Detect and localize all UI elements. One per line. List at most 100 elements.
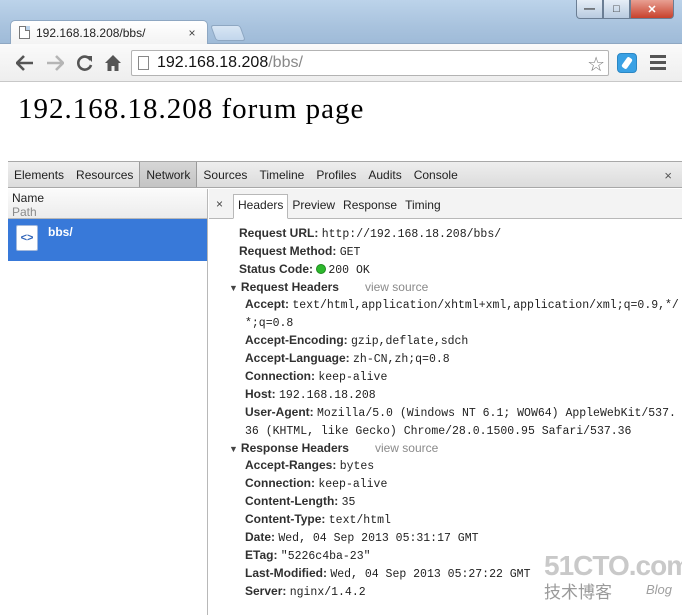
expand-triangle-icon[interactable]: ▼	[229, 283, 238, 293]
header-value: GET	[339, 246, 361, 259]
extension-icon[interactable]	[617, 53, 637, 73]
minimize-button[interactable]: —	[576, 0, 603, 19]
subtab-headers[interactable]: Headers	[233, 194, 289, 219]
devtools-tabbar: Elements Resources Network Sources Timel…	[8, 162, 682, 188]
header-row: Server: nginx/1.4.2	[245, 583, 682, 601]
header-row: Accept: text/html,application/xhtml+xml,…	[245, 296, 682, 332]
header-key: Content-Length:	[245, 494, 339, 508]
request-method-row: Request Method: GET	[239, 243, 682, 261]
forward-arrow-icon[interactable]	[42, 50, 68, 76]
header-key: Status Code:	[239, 262, 314, 276]
url-host: 192.168.18.208	[157, 54, 269, 71]
header-row: Date: Wed, 04 Sep 2013 05:31:17 GMT	[245, 529, 682, 547]
header-key: Server:	[245, 584, 287, 598]
subtab-response[interactable]: Response	[339, 195, 401, 216]
request-details: × Headers Preview Response Timing Reques…	[209, 189, 682, 615]
header-value: 200 OK	[328, 264, 370, 277]
view-source-link[interactable]: view source	[365, 280, 428, 294]
tab-audits[interactable]: Audits	[362, 162, 407, 187]
header-key: User-Agent:	[245, 405, 314, 419]
home-icon[interactable]	[100, 50, 126, 76]
header-value: 192.168.18.208	[279, 389, 376, 402]
header-key: Content-Type:	[245, 512, 326, 526]
header-value: keep-alive	[318, 478, 388, 491]
expand-triangle-icon[interactable]: ▼	[229, 444, 238, 454]
request-list: Name Path <> bbs/	[8, 189, 208, 615]
header-row: ETag: "5226c4ba-23"	[245, 547, 682, 565]
status-code-row: Status Code: 200 OK	[239, 261, 682, 279]
request-name: bbs/	[48, 225, 73, 239]
header-key: Connection:	[245, 369, 315, 383]
header-row: Content-Length: 35	[245, 493, 682, 511]
response-headers-section[interactable]: ▼ Response Headers view source	[229, 440, 682, 457]
request-url-row: Request URL: http://192.168.18.208/bbs/	[239, 225, 682, 243]
page-viewport: 192.168.18.208 forum page	[0, 83, 682, 156]
browser-tab[interactable]: 192.168.18.208/bbs/ ×	[10, 20, 208, 44]
maximize-button[interactable]: □	[603, 0, 630, 19]
header-key: Accept:	[245, 297, 290, 311]
header-value: text/html	[328, 514, 391, 527]
header-key: Request Method:	[239, 244, 337, 258]
page-info-icon[interactable]	[138, 56, 149, 70]
header-value: 35	[341, 496, 356, 509]
header-value: "5226c4ba-23"	[280, 550, 371, 563]
tab-network[interactable]: Network	[139, 162, 198, 187]
header-row: Connection: keep-alive	[245, 475, 682, 493]
header-key: Accept-Ranges:	[245, 458, 337, 472]
close-window-button[interactable]: ✕	[630, 0, 674, 19]
star-icon[interactable]: ☆	[587, 52, 605, 77]
tab-console[interactable]: Console	[408, 162, 464, 187]
headers-view: Request URL: http://192.168.18.208/bbs/ …	[209, 219, 682, 601]
header-row: Host: 192.168.18.208	[245, 386, 682, 404]
header-row: Content-Type: text/html	[245, 511, 682, 529]
details-close-icon[interactable]: ×	[216, 197, 223, 211]
request-headers-section[interactable]: ▼ Request Headers view source	[229, 279, 682, 296]
header-key: Date:	[245, 530, 276, 544]
tab-sources[interactable]: Sources	[197, 162, 253, 187]
address-bar[interactable]: 192.168.18.208/bbs/ ☆	[131, 50, 609, 76]
view-source-link[interactable]: view source	[375, 441, 438, 455]
network-body: Name Path <> bbs/ × Headers Preview Resp…	[8, 189, 682, 615]
header-key: ETag:	[245, 548, 278, 562]
section-title: Request Headers	[240, 280, 339, 294]
reload-icon[interactable]	[72, 50, 98, 76]
tab-title: 192.168.18.208/bbs/	[36, 25, 146, 40]
header-value: Wed, 04 Sep 2013 05:31:17 GMT	[278, 532, 479, 545]
back-arrow-icon[interactable]	[12, 50, 38, 76]
new-tab-button[interactable]	[210, 25, 246, 41]
name-column-label: Name	[12, 191, 45, 205]
header-key: Request URL:	[239, 226, 319, 240]
header-value: bytes	[339, 460, 375, 473]
tab-profiles[interactable]: Profiles	[310, 162, 362, 187]
subtab-timing[interactable]: Timing	[401, 195, 445, 216]
request-headers-list: Accept: text/html,application/xhtml+xml,…	[239, 296, 682, 440]
window-controls: — □ ✕	[576, 0, 674, 19]
request-row[interactable]: <> bbs/	[8, 219, 207, 261]
tab-timeline[interactable]: Timeline	[253, 162, 310, 187]
html-document-icon: <>	[16, 225, 38, 251]
devtools-close-icon[interactable]: ×	[664, 168, 672, 183]
tab-close-icon[interactable]: ×	[185, 26, 199, 40]
header-value: gzip,deflate,sdch	[351, 335, 469, 348]
devtools-panel: Elements Resources Network Sources Timel…	[8, 161, 682, 615]
tab-elements[interactable]: Elements	[8, 162, 70, 187]
tab-resources[interactable]: Resources	[70, 162, 139, 187]
header-row: User-Agent: Mozilla/5.0 (Windows NT 6.1;…	[245, 404, 682, 440]
browser-toolbar: 192.168.18.208/bbs/ ☆	[0, 44, 682, 82]
header-value: Wed, 04 Sep 2013 05:27:22 GMT	[330, 568, 531, 581]
name-column-header[interactable]: Name Path	[8, 189, 207, 219]
header-key: Accept-Language:	[245, 351, 350, 365]
header-value: nginx/1.4.2	[289, 586, 366, 599]
header-value: text/html,application/xhtml+xml,applicat…	[245, 299, 679, 330]
window-titlebar: 192.168.18.208/bbs/ × — □ ✕	[0, 0, 682, 44]
header-row: Accept-Ranges: bytes	[245, 457, 682, 475]
header-value: keep-alive	[318, 371, 388, 384]
response-headers-list: Accept-Ranges: bytes Connection: keep-ali…	[239, 457, 682, 601]
menu-icon[interactable]	[650, 55, 666, 71]
header-row: Connection: keep-alive	[245, 368, 682, 386]
header-row: Last-Modified: Wed, 04 Sep 2013 05:27:22…	[245, 565, 682, 583]
url-path: /bbs/	[268, 54, 303, 71]
header-key: Connection:	[245, 476, 315, 490]
subtab-preview[interactable]: Preview	[288, 195, 339, 216]
header-value: zh-CN,zh;q=0.8	[353, 353, 450, 366]
